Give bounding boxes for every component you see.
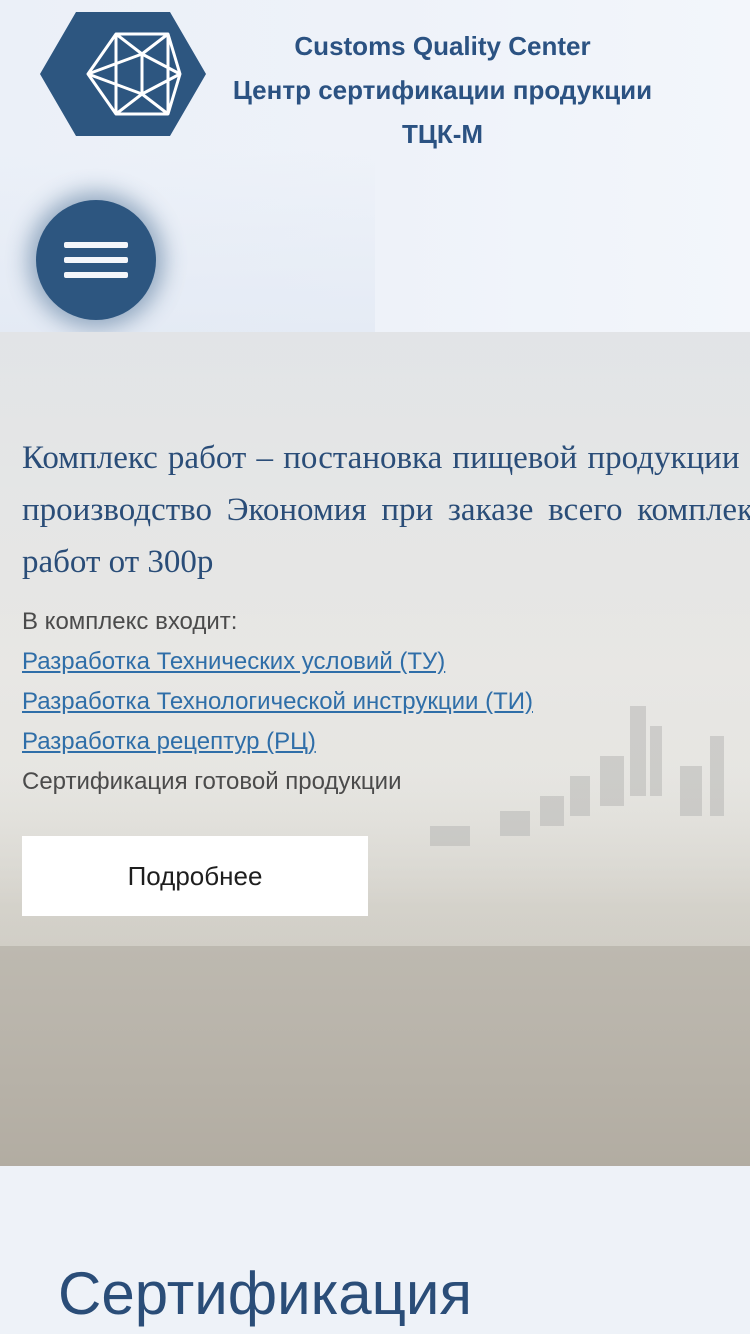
link-ti[interactable]: Разработка Технологической инструкции (Т… — [22, 682, 552, 722]
hamburger-icon-bar — [64, 272, 128, 278]
brand-line-3: ТЦК-М — [401, 119, 484, 149]
hero-title-line-1: Комплекс работ – постановка пищевой прод… — [22, 440, 750, 476]
logo-icon[interactable] — [40, 12, 206, 136]
hero-banner: Комплекс работ – постановка пищевой прод… — [0, 332, 750, 1166]
hamburger-icon-bar — [64, 242, 128, 248]
hero-title-line-3: работ от 300р — [22, 544, 214, 580]
hero-title-line-2: производство Экономия при заказе всего к… — [22, 492, 750, 528]
hamburger-icon-bar — [64, 257, 128, 263]
hero-title: Комплекс работ – постановка пищевой прод… — [22, 432, 750, 588]
certification-item: Сертификация готовой продукции — [22, 768, 402, 795]
section-title: Сертификация — [58, 1260, 472, 1327]
brand-line-1: Customs Quality Center — [294, 31, 591, 61]
brand-name: Customs Quality Center Центр сертификаци… — [205, 24, 680, 156]
link-rc[interactable]: Разработка рецептур (РЦ) — [22, 722, 552, 762]
site-header: Customs Quality Center Центр сертификаци… — [0, 0, 750, 332]
includes-list: В комплекс входит: Разработка Технически… — [22, 602, 552, 802]
includes-label: В комплекс входит: — [22, 608, 238, 635]
more-button[interactable]: Подробнее — [22, 836, 368, 916]
brand-line-2: Центр сертификации продукции — [232, 75, 653, 105]
link-tu[interactable]: Разработка Технических условий (ТУ) — [22, 642, 552, 682]
menu-button[interactable] — [36, 200, 156, 320]
